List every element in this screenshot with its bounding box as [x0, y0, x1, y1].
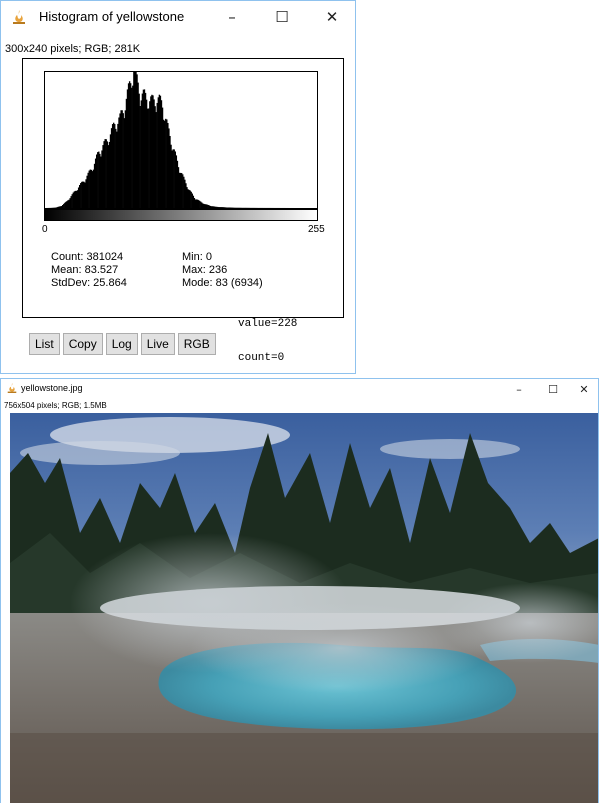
value-readout: value=228 [238, 318, 298, 330]
live-button[interactable]: Live [140, 333, 175, 355]
histogram-titlebar[interactable]: Histogram of yellowstone – ☐ ✕ [1, 1, 355, 33]
list-button[interactable]: List [29, 333, 60, 355]
histogram-plot [44, 71, 318, 209]
stat-min: Min: 0 [182, 251, 212, 263]
yellowstone-photo [10, 413, 598, 803]
image-window-title: yellowstone.jpg [21, 383, 83, 393]
minimize-icon: – [228, 8, 236, 26]
imagej-flame-icon [13, 10, 25, 24]
histogram-panel: 0 255 Count: 381024 Mean: 83.527 StdDev:… [22, 58, 344, 318]
minimize-button[interactable]: – [504, 379, 534, 399]
histogram-image-info: 300x240 pixels; RGB; 281K [5, 43, 141, 55]
maximize-icon: ☐ [548, 382, 558, 396]
stats-right-column: Min: 0 Max: 236 Mode: 83 (6934) [182, 251, 263, 290]
maximize-button[interactable]: ☐ [538, 379, 568, 399]
count-readout: count=0 [238, 352, 285, 364]
maximize-icon: ☐ [275, 8, 289, 26]
copy-button[interactable]: Copy [62, 333, 103, 355]
lut-gradient-bar [44, 209, 318, 221]
close-icon: ✕ [579, 382, 589, 396]
close-button[interactable]: ✕ [569, 379, 598, 399]
minimize-icon: – [516, 382, 522, 396]
image-info: 756x504 pixels; RGB; 1.5MB [4, 401, 107, 410]
foreground-gravel [10, 733, 598, 803]
stats-left-column: Count: 381024 Mean: 83.527 StdDev: 25.86… [51, 251, 127, 290]
maximize-button[interactable]: ☐ [259, 1, 305, 33]
close-icon: ✕ [325, 8, 339, 26]
histogram-window: Histogram of yellowstone – ☐ ✕ 300x240 p… [0, 0, 356, 374]
cloud [380, 439, 520, 459]
log-button[interactable]: Log [105, 333, 138, 355]
image-titlebar[interactable]: yellowstone.jpg – ☐ ✕ [1, 379, 598, 399]
stat-mean: Mean: 83.527 [51, 264, 119, 276]
histogram-window-title: Histogram of yellowstone [39, 9, 185, 24]
rgb-button[interactable]: RGB [177, 333, 216, 355]
axis-max-label: 255 [308, 224, 325, 235]
close-button[interactable]: ✕ [309, 1, 355, 33]
imagej-flame-icon [7, 383, 17, 393]
axis-min-label: 0 [42, 224, 48, 235]
minimize-button[interactable]: – [209, 1, 255, 33]
stat-max: Max: 236 [182, 264, 228, 276]
cloud [20, 441, 180, 465]
stat-stddev: StdDev: 25.864 [51, 277, 127, 289]
stat-mode: Mode: 83 (6934) [182, 277, 263, 289]
stat-count: Count: 381024 [51, 251, 124, 263]
histogram-button-row: List Copy Log Live RGB [29, 333, 216, 355]
image-window: yellowstone.jpg – ☐ ✕ 756x504 pixels; RG… [0, 378, 599, 803]
image-canvas[interactable] [10, 413, 598, 803]
